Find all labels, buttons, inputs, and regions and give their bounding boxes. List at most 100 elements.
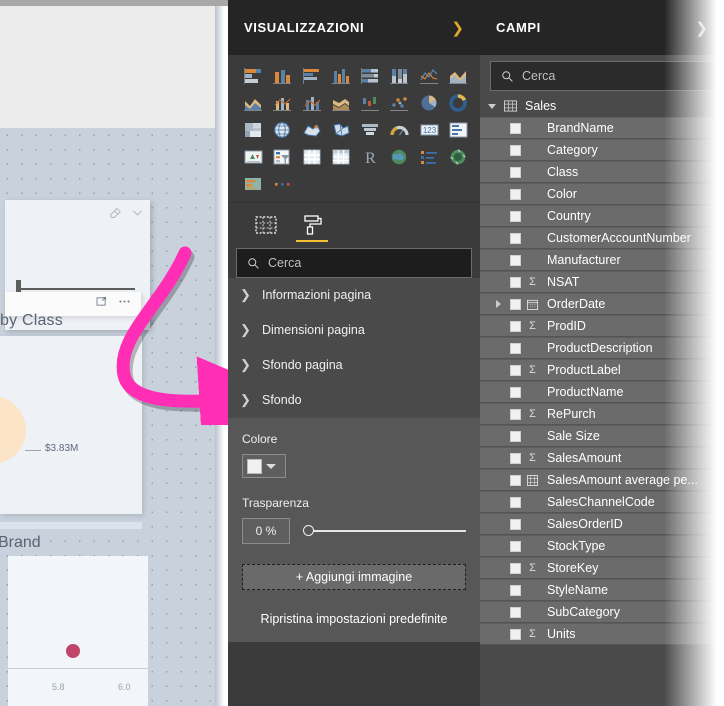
area-chart-icon[interactable]	[445, 64, 472, 88]
field-item[interactable]: Σ Country	[480, 205, 724, 227]
field-checkbox[interactable]	[510, 496, 521, 508]
field-checkbox[interactable]	[510, 584, 521, 596]
more-visuals-icon[interactable]	[269, 172, 296, 196]
triangle-down-icon[interactable]	[488, 103, 496, 109]
stacked-column-chart-icon[interactable]	[269, 64, 296, 88]
chevron-down-icon[interactable]	[131, 206, 144, 224]
tab-format[interactable]	[296, 203, 328, 247]
field-item[interactable]: Σ Color	[480, 183, 724, 205]
field-checkbox[interactable]	[510, 144, 521, 156]
field-checkbox[interactable]	[510, 452, 521, 464]
field-checkbox[interactable]	[510, 606, 521, 618]
add-image-button[interactable]: + Aggiungi immagine	[242, 564, 466, 590]
treemap-icon[interactable]	[240, 118, 267, 142]
field-checkbox[interactable]	[510, 122, 521, 134]
field-item[interactable]: Σ Sale Size	[480, 425, 724, 447]
more-options-icon[interactable]	[117, 295, 132, 313]
arcgis-map-icon[interactable]	[386, 145, 413, 169]
waterfall-chart-icon[interactable]	[357, 91, 384, 115]
field-item[interactable]: Σ StyleName	[480, 579, 724, 601]
r-script-visual-icon[interactable]: R	[357, 145, 384, 169]
line-chart-icon[interactable]	[416, 64, 443, 88]
field-checkbox[interactable]	[510, 166, 521, 178]
field-checkbox[interactable]	[510, 408, 521, 420]
field-item-date[interactable]: OrderDate	[480, 293, 724, 315]
kpi-icon[interactable]	[240, 145, 267, 169]
100-stacked-column-chart-icon[interactable]	[386, 64, 413, 88]
matrix-icon[interactable]	[328, 145, 355, 169]
field-item[interactable]: Σ NSAT	[480, 271, 724, 293]
field-item[interactable]: Σ SalesChannelCode	[480, 491, 724, 513]
field-checkbox[interactable]	[510, 364, 521, 376]
fields-search-input[interactable]: Cerca	[490, 61, 716, 91]
color-picker-dropdown[interactable]	[242, 454, 286, 478]
field-item[interactable]: Σ StockType	[480, 535, 724, 557]
field-checkbox[interactable]	[510, 342, 521, 354]
field-item[interactable]: Σ Manufacturer	[480, 249, 724, 271]
visual-type-gallery[interactable]: 123 R	[228, 55, 480, 202]
field-item[interactable]: Σ SalesAmount	[480, 447, 724, 469]
field-checkbox[interactable]	[510, 430, 521, 442]
field-item[interactable]: Σ Units	[480, 623, 724, 645]
multi-row-card-icon[interactable]	[445, 118, 472, 142]
pie-chart-icon[interactable]	[416, 91, 443, 115]
key-influencers-icon[interactable]	[416, 145, 443, 169]
reset-defaults-link[interactable]: Ripristina impostazioni predefinite	[242, 612, 466, 626]
field-item[interactable]: Σ Class	[480, 161, 724, 183]
filled-map-icon[interactable]	[299, 118, 326, 142]
paginated-report-icon[interactable]	[240, 172, 267, 196]
field-checkbox[interactable]	[510, 276, 521, 288]
field-checkbox[interactable]	[510, 188, 521, 200]
focus-mode-icon[interactable]	[95, 295, 108, 313]
field-item-measure[interactable]: SalesAmount average pe...	[480, 469, 724, 491]
field-item[interactable]: Σ ProductDescription	[480, 337, 724, 359]
field-checkbox[interactable]	[510, 386, 521, 398]
chevron-right-icon[interactable]: ❯	[451, 19, 464, 37]
slicer-icon[interactable]	[269, 145, 296, 169]
field-checkbox[interactable]	[510, 232, 521, 244]
stacked-area-chart-icon[interactable]	[240, 91, 267, 115]
field-checkbox[interactable]	[510, 474, 521, 486]
transparency-slider[interactable]	[302, 521, 466, 541]
field-checkbox[interactable]	[510, 298, 521, 310]
report-canvas[interactable]: by Class $3.83M Brand 5.8 6.0	[0, 0, 228, 706]
field-item[interactable]: Σ ProdID	[480, 315, 724, 337]
field-item[interactable]: Σ ProductLabel	[480, 359, 724, 381]
clustered-column-chart-icon[interactable]	[328, 64, 355, 88]
transparency-input[interactable]: 0 %	[242, 518, 290, 544]
slicer-track[interactable]	[17, 288, 135, 290]
clustered-bar-chart-icon[interactable]	[299, 64, 326, 88]
scatter-data-point[interactable]	[66, 644, 80, 658]
decomposition-tree-icon[interactable]	[445, 145, 472, 169]
tab-fields[interactable]	[250, 203, 282, 247]
section-sfondo[interactable]: ❯ Sfondo	[228, 383, 480, 418]
card-icon[interactable]: 123	[416, 118, 443, 142]
section-informazioni-pagina[interactable]: ❯ Informazioni pagina	[228, 278, 480, 313]
map-icon[interactable]	[269, 118, 296, 142]
funnel-icon[interactable]	[357, 118, 384, 142]
stacked-bar-chart-icon[interactable]	[240, 64, 267, 88]
field-checkbox[interactable]	[510, 518, 521, 530]
field-item[interactable]: Σ StoreKey	[480, 557, 724, 579]
pane-tab-strip[interactable]	[228, 202, 480, 246]
field-checkbox[interactable]	[510, 562, 521, 574]
line-clustered-column-icon[interactable]	[299, 91, 326, 115]
field-item[interactable]: Σ RePurch	[480, 403, 724, 425]
field-checkbox[interactable]	[510, 210, 521, 222]
field-checkbox[interactable]	[510, 320, 521, 332]
donut-chart-icon[interactable]	[445, 91, 472, 115]
field-checkbox[interactable]	[510, 628, 521, 640]
field-item[interactable]: Σ SalesOrderID	[480, 513, 724, 535]
field-item[interactable]: Σ CustomerAccountNumber	[480, 227, 724, 249]
eraser-icon[interactable]	[108, 206, 121, 224]
field-item[interactable]: Σ ProductName	[480, 381, 724, 403]
triangle-right-icon[interactable]	[496, 300, 501, 308]
section-dimensioni-pagina[interactable]: ❯ Dimensioni pagina	[228, 313, 480, 348]
line-stacked-column-icon[interactable]	[269, 91, 296, 115]
section-sfondo-pagina[interactable]: ❯ Sfondo pagina	[228, 348, 480, 383]
field-checkbox[interactable]	[510, 254, 521, 266]
scatter-chart-icon[interactable]	[386, 91, 413, 115]
format-search-input[interactable]: Cerca	[236, 248, 472, 278]
ribbon-chart-icon[interactable]	[328, 91, 355, 115]
field-item[interactable]: Σ SubCategory	[480, 601, 724, 623]
